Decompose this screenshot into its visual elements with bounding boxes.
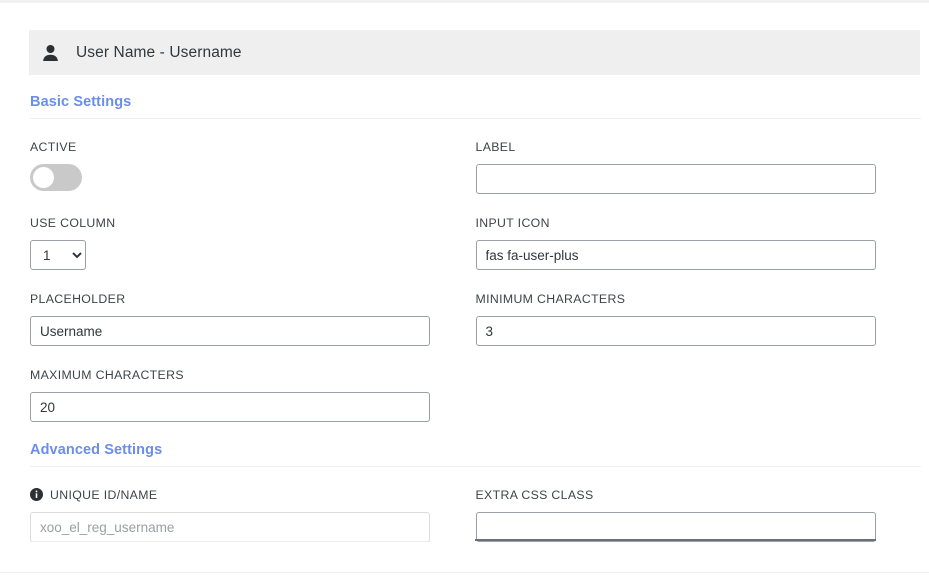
active-toggle[interactable] bbox=[30, 164, 82, 191]
active-toggle-knob bbox=[33, 167, 54, 188]
field-extra-css-class-label: EXTRA CSS CLASS bbox=[475, 487, 594, 502]
form-row-maximum: MAXIMUM CHARACTERS bbox=[30, 367, 921, 422]
section-divider bbox=[30, 466, 921, 467]
form-row-active-label: ACTIVE LABEL bbox=[30, 139, 921, 194]
form-row-placeholder-min: PLACEHOLDER MINIMUM CHARACTERS bbox=[30, 291, 921, 346]
field-active-label: ACTIVE bbox=[30, 139, 77, 154]
field-maximum-characters-label: MAXIMUM CHARACTERS bbox=[30, 367, 184, 382]
label-input[interactable] bbox=[475, 164, 876, 194]
field-use-column-label: USE COLUMN bbox=[30, 215, 116, 230]
field-spacer bbox=[476, 367, 922, 422]
field-extra-css-class: EXTRA CSS CLASS bbox=[475, 487, 922, 542]
field-active: ACTIVE bbox=[30, 139, 476, 194]
field-minimum-characters-label: MINIMUM CHARACTERS bbox=[475, 291, 626, 306]
top-strip bbox=[0, 0, 929, 3]
form-row-column-icon: USE COLUMN 1 INPUT ICON bbox=[30, 215, 921, 270]
field-input-icon-label: INPUT ICON bbox=[475, 215, 550, 230]
section-basic-settings: Basic Settings bbox=[30, 94, 921, 119]
field-unique-id: UNIQUE ID/NAME bbox=[30, 487, 476, 542]
field-maximum-characters: MAXIMUM CHARACTERS bbox=[30, 367, 476, 422]
minimum-characters-input[interactable] bbox=[475, 316, 876, 346]
extra-css-class-input[interactable] bbox=[475, 512, 876, 542]
user-icon bbox=[42, 44, 59, 62]
maximum-characters-input[interactable] bbox=[30, 392, 430, 422]
unique-id-input[interactable] bbox=[30, 512, 430, 542]
element-header-bar[interactable]: User Name - Username bbox=[29, 30, 920, 75]
field-unique-id-label: UNIQUE ID/NAME bbox=[30, 487, 476, 502]
field-use-column: USE COLUMN 1 bbox=[30, 215, 476, 270]
field-unique-id-label-text: UNIQUE ID/NAME bbox=[50, 487, 158, 502]
field-input-icon: INPUT ICON bbox=[475, 215, 922, 270]
field-minimum-characters: MINIMUM CHARACTERS bbox=[475, 291, 922, 346]
field-label-label: LABEL bbox=[475, 139, 516, 154]
input-icon-input[interactable] bbox=[475, 240, 876, 270]
placeholder-input[interactable] bbox=[30, 316, 430, 346]
info-icon[interactable] bbox=[30, 488, 43, 501]
section-advanced-settings: Advanced Settings bbox=[30, 442, 921, 467]
content-divider-right bbox=[475, 539, 876, 541]
section-divider bbox=[30, 118, 921, 119]
form-row-unique-css: UNIQUE ID/NAME EXTRA CSS CLASS bbox=[30, 487, 921, 542]
element-header-title: User Name - Username bbox=[76, 43, 242, 61]
page-bottom-divider bbox=[0, 572, 929, 573]
field-label: LABEL bbox=[475, 139, 922, 194]
use-column-select[interactable]: 1 bbox=[30, 240, 86, 270]
content-divider-left bbox=[30, 541, 431, 542]
field-placeholder-label: PLACEHOLDER bbox=[30, 291, 126, 306]
field-placeholder: PLACEHOLDER bbox=[30, 291, 476, 346]
section-basic-settings-title: Basic Settings bbox=[30, 94, 132, 110]
section-advanced-settings-title: Advanced Settings bbox=[30, 442, 163, 458]
